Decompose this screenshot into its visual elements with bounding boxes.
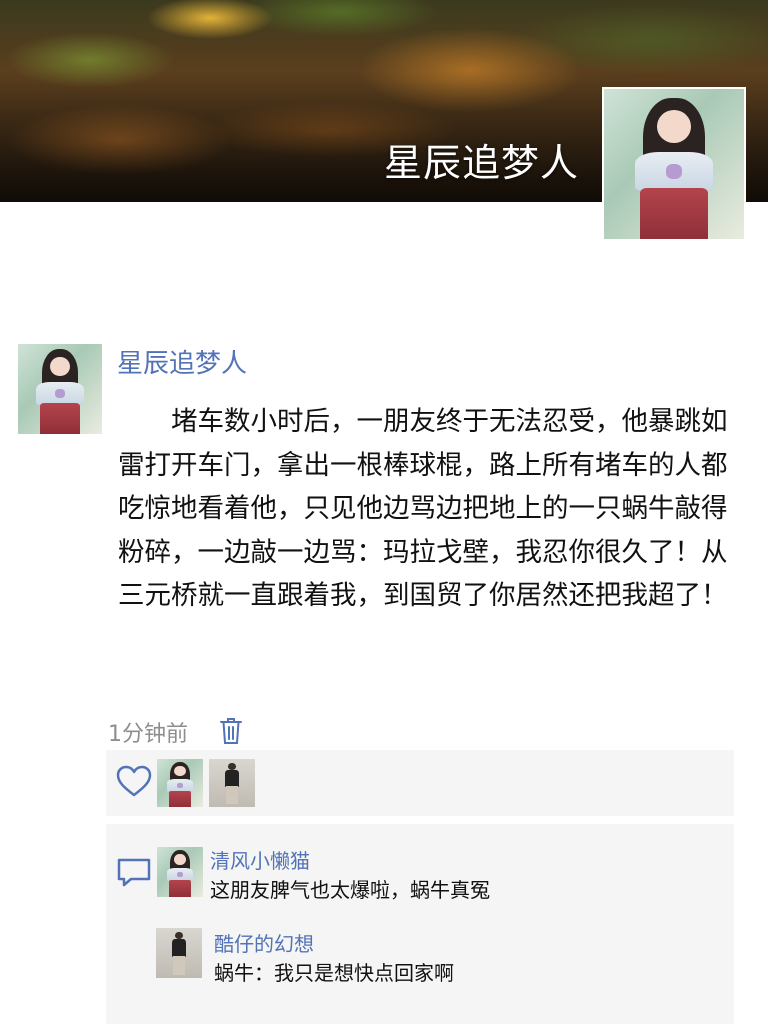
post-content: 堵车数小时后，一朋友终于无法忍受，他暴跳如雷打开车门，拿出一根棒球棍，路上所有堵… [118, 406, 728, 611]
like-avatar-1[interactable] [157, 759, 203, 807]
delete-icon[interactable] [219, 717, 243, 745]
post-author-avatar[interactable] [18, 344, 102, 434]
heart-icon[interactable] [114, 762, 154, 802]
comment-text-1: 这朋友脾气也太爆啦，蜗牛真冤 [210, 878, 490, 902]
like-avatar-2[interactable] [209, 759, 255, 807]
post-timestamp: 1分钟前 [108, 722, 188, 747]
comment-avatar-1[interactable] [157, 847, 203, 897]
comment-author-1[interactable]: 清风小懒猫 [210, 845, 310, 874]
profile-avatar[interactable] [602, 87, 746, 241]
post-author-name[interactable]: 星辰追梦人 [117, 343, 247, 380]
comment-author-2[interactable]: 酷仔的幻想 [214, 928, 314, 957]
comment-icon[interactable] [114, 852, 154, 892]
profile-cover-name: 星辰追梦人 [384, 141, 580, 185]
comment-avatar-2[interactable] [156, 928, 202, 978]
comment-text-2: 蜗牛：我只是想快点回家啊 [214, 961, 454, 985]
